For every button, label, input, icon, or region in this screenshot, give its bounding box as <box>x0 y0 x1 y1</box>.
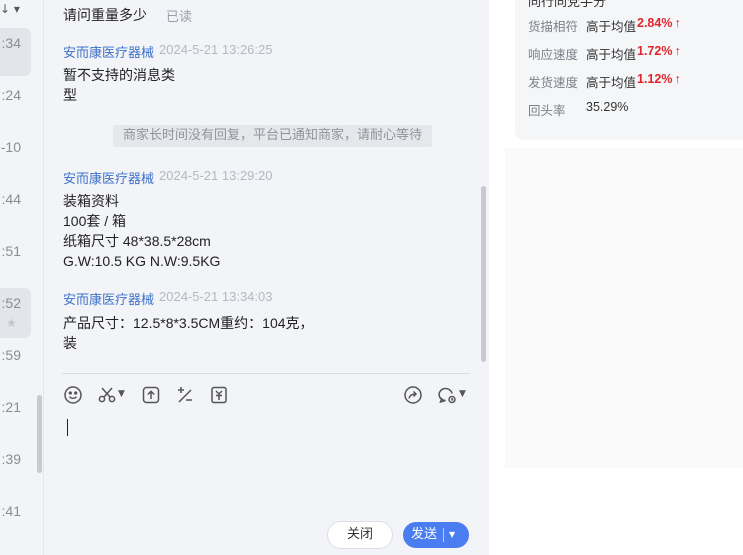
emoji-icon[interactable] <box>62 384 84 406</box>
arrow-up-icon: ↑ <box>674 16 681 30</box>
message-time: 2024-5-21 13:34:03 <box>159 289 273 304</box>
conversation-list: ↓ ▾ :34 :24 -10 :44 :51 :52 ★ :59 :21 :3… <box>0 0 44 555</box>
quick-phrase-icon[interactable] <box>174 384 196 406</box>
send-divider <box>443 528 444 542</box>
coupon-icon[interactable] <box>208 384 230 406</box>
star-icon[interactable]: ★ <box>6 316 17 330</box>
conversation-time: :39 <box>1 451 21 467</box>
screenshot-scissors-icon[interactable] <box>96 384 118 406</box>
conversation-time: :24 <box>1 87 21 103</box>
close-button[interactable]: 关闭 <box>327 521 393 549</box>
message-sender[interactable]: 安而康医疗器械 <box>63 42 154 61</box>
conversation-time: :44 <box>1 191 21 207</box>
stat-label: 发货速度 <box>528 75 579 90</box>
stat-label: 响应速度 <box>528 47 579 62</box>
message-text: 暂不支持的消息类 型 <box>63 67 175 103</box>
input-divider <box>62 373 470 374</box>
outgoing-message: 请问重量多少 <box>63 8 147 24</box>
stat-compare: 高于均值 <box>586 75 637 90</box>
conversation-time: :51 <box>1 243 21 259</box>
arrow-up-icon: ↑ <box>674 44 681 58</box>
send-options-chevron-icon[interactable]: ▼ <box>449 522 455 548</box>
conversation-time: :21 <box>1 399 21 415</box>
right-panel-background <box>505 148 743 468</box>
message-sender[interactable]: 安而康医疗器械 <box>63 289 154 308</box>
stat-value: 1.72% ↑ <box>637 44 681 58</box>
chevron-down-icon[interactable]: ▼ <box>118 389 125 399</box>
stat-compare: 高于均值 <box>586 47 637 62</box>
message-time: 2024-5-21 13:29:20 <box>159 168 273 183</box>
repurchase-value: 35.29% <box>586 100 629 114</box>
send-button[interactable]: 发送 ▼ <box>403 522 469 548</box>
message-input-cursor[interactable] <box>67 419 68 436</box>
message-sender[interactable]: 安而康医疗器械 <box>63 168 154 187</box>
conversation-time: -10 <box>0 139 21 155</box>
stat-value: 2.84% ↑ <box>637 16 681 30</box>
share-forward-icon[interactable] <box>402 384 424 406</box>
shop-info-panel: 同行同党手分 货描相符 高于均值 2.84% ↑ 响应速度 高于均值 1.72% ↑… <box>489 0 743 555</box>
repurchase-label: 回头率 <box>528 103 566 118</box>
conversation-time: :59 <box>1 347 21 363</box>
chevron-down-icon[interactable]: ▼ <box>459 389 466 399</box>
chat-scrollbar[interactable] <box>481 186 486 362</box>
arrow-up-icon: ↑ <box>674 72 681 86</box>
stat-compare: 高于均值 <box>586 19 637 34</box>
read-status: 已读 <box>166 10 193 25</box>
stat-label: 货描相符 <box>528 19 579 34</box>
chat-history-icon[interactable] <box>436 384 458 406</box>
system-notice: 商家长时间没有回复，平台已通知商家，请耐心等待 <box>113 125 433 147</box>
conversation-time: :34 <box>1 35 21 51</box>
chat-panel: 请问重量多少 已读 安而康医疗器械 2024-5-21 13:26:25 暂不支… <box>44 0 489 555</box>
stat-value: 1.12% ↑ <box>637 72 681 86</box>
stats-title: 同行同党手分 <box>528 0 607 10</box>
conversation-time: :41 <box>1 503 21 519</box>
message-text: 装箱资料 100套 / 箱 纸箱尺寸 48*38.5*28cm G.W:10.5… <box>63 193 221 269</box>
send-button-label: 发送 <box>411 527 438 542</box>
upload-file-icon[interactable] <box>140 384 162 406</box>
message-text: 产品尺寸：12.5*8*3.5CM重约：104克， 装 <box>63 315 314 351</box>
conversation-list-scrollbar[interactable] <box>37 395 42 473</box>
conversation-time: :52 <box>1 295 21 311</box>
sort-down-icon[interactable]: ↓ ▾ <box>0 2 20 16</box>
message-time: 2024-5-21 13:26:25 <box>159 42 273 57</box>
